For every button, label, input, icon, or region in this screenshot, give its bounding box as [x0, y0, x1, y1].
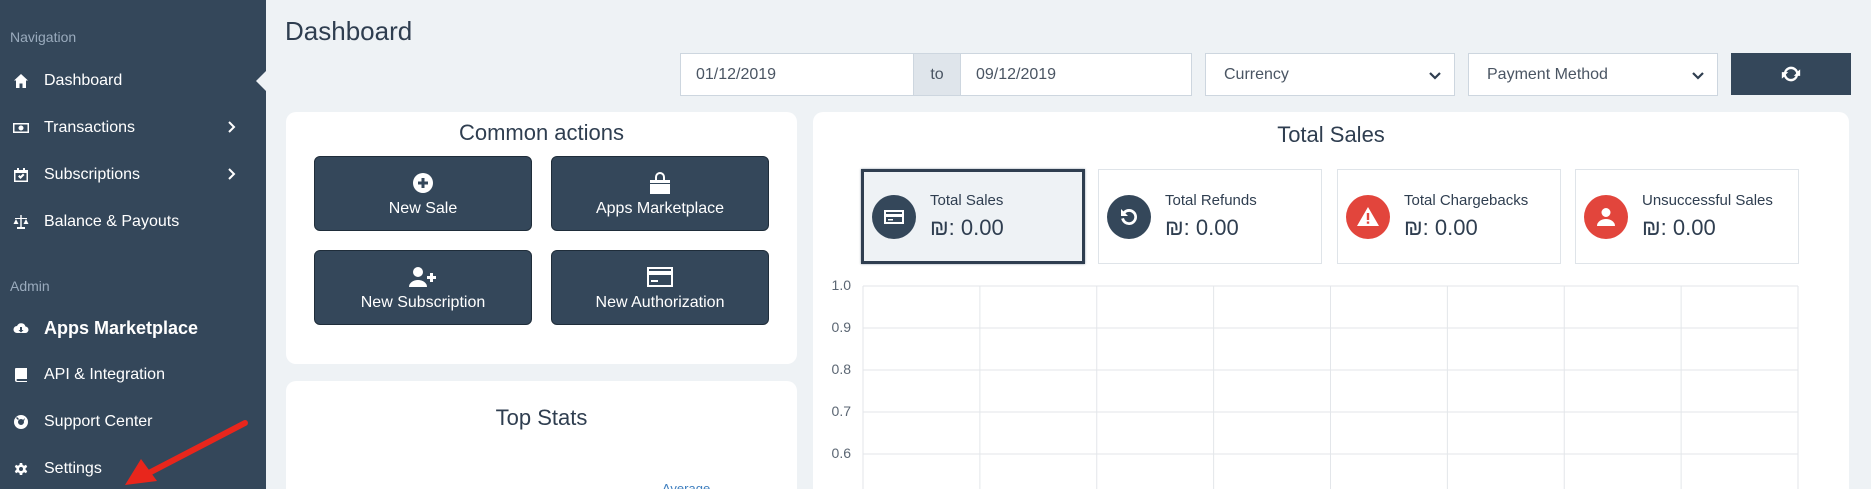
chevron-right-icon: [224, 167, 240, 183]
home-icon: [11, 71, 31, 91]
new-sale-label: New Sale: [388, 199, 458, 217]
common-actions-title: Common actions: [458, 120, 625, 145]
life-ring-icon: [11, 412, 31, 432]
common-actions-card: Common actions New Sale Apps Marketplace…: [286, 112, 797, 364]
chart-y-tick-label: 1.0: [831, 277, 851, 293]
user-icon: [1584, 194, 1628, 239]
active-indicator: [256, 71, 266, 91]
payment-method-select[interactable]: Payment Method: [1468, 53, 1718, 96]
chevron-right-icon: [224, 120, 240, 136]
stat-value: ₪: 0.00: [1642, 215, 1716, 240]
sidebar-item-label: Transactions: [44, 119, 135, 136]
sidebar-item-label: Balance & Payouts: [44, 213, 180, 230]
stat-label: Unsuccessful Sales: [1642, 192, 1773, 209]
warning-icon: [1346, 194, 1390, 239]
sidebar-item-api-integration[interactable]: API & Integration: [0, 355, 266, 395]
sidebar-item-label: Subscriptions: [44, 166, 141, 183]
stat-label: Total Sales: [930, 192, 1004, 209]
top-stats-column-header: Average: [662, 481, 711, 489]
sidebar-item-apps-marketplace[interactable]: Apps Marketplace: [0, 308, 266, 348]
user-plus-icon: [408, 264, 438, 290]
payment-method-select-value: Payment Method: [1487, 65, 1608, 83]
shopping-bag-icon: [647, 170, 673, 196]
total-sales-title: Total Sales: [1277, 122, 1385, 147]
new-subscription-button[interactable]: New Subscription: [314, 250, 532, 325]
stat-label: Total Refunds: [1165, 192, 1257, 209]
page-title: Dashboard: [285, 16, 413, 46]
sidebar-item-dashboard[interactable]: Dashboard: [0, 61, 266, 101]
credit-card-icon: [872, 194, 916, 239]
gear-icon: [11, 459, 31, 479]
refresh-button[interactable]: [1731, 53, 1851, 95]
book-icon: [11, 365, 31, 385]
stat-label: Total Chargebacks: [1404, 192, 1529, 209]
stat-tile-unsuccessful-sales[interactable]: Unsuccessful Sales ₪: 0.00: [1575, 169, 1799, 264]
chevron-down-icon: [1691, 68, 1705, 82]
cloud-download-icon: [11, 318, 31, 338]
money-icon: [11, 118, 31, 138]
balance-scale-icon: [11, 212, 31, 232]
apps-marketplace-label: Apps Marketplace: [595, 199, 725, 217]
currency-select[interactable]: Currency: [1205, 53, 1455, 96]
stat-tile-total-chargebacks[interactable]: Total Chargebacks ₪: 0.00: [1337, 169, 1561, 264]
annotation-arrow: [125, 420, 248, 485]
stat-value: ₪: 0.00: [1165, 215, 1239, 240]
top-stats-card: Top Stats Average: [286, 381, 797, 489]
top-stats-title: Top Stats: [495, 405, 588, 430]
sidebar-item-label: Apps Marketplace: [44, 317, 199, 338]
sidebar-section-navigation: Navigation: [10, 29, 77, 45]
stat-tile-total-refunds[interactable]: Total Refunds ₪: 0.00: [1098, 169, 1322, 264]
sidebar-item-balance-payouts[interactable]: Balance & Payouts: [0, 202, 266, 242]
chart-y-tick-label: 0.9: [831, 319, 851, 335]
undo-icon: [1107, 194, 1151, 239]
new-subscription-label: New Subscription: [360, 293, 486, 311]
calendar-check-icon: [11, 165, 31, 185]
sidebar-item-label: API & Integration: [44, 366, 165, 383]
new-authorization-button[interactable]: New Authorization: [551, 250, 769, 325]
stat-value: ₪: 0.00: [930, 215, 1004, 240]
apps-marketplace-button[interactable]: Apps Marketplace: [551, 156, 769, 231]
chart-y-tick-label: 0.6: [831, 445, 851, 461]
chart-y-tick-label: 0.7: [831, 403, 851, 419]
date-from-input[interactable]: 01/12/2019: [680, 53, 914, 96]
stat-value: ₪: 0.00: [1404, 215, 1478, 240]
date-to-input[interactable]: 09/12/2019: [960, 53, 1192, 96]
currency-select-value: Currency: [1224, 65, 1289, 83]
stat-tile-total-sales[interactable]: Total Sales ₪: 0.00: [861, 169, 1085, 264]
refresh-icon: [1781, 66, 1801, 82]
plus-circle-icon: [412, 170, 434, 196]
chart-y-tick-label: 0.8: [831, 361, 851, 377]
date-range-separator: to: [914, 53, 960, 96]
sidebar-item-subscriptions[interactable]: Subscriptions: [0, 155, 266, 195]
chevron-down-icon: [1428, 68, 1442, 82]
sidebar-item-transactions[interactable]: Transactions: [0, 108, 266, 148]
sidebar-item-label: Dashboard: [44, 72, 123, 89]
new-sale-button[interactable]: New Sale: [314, 156, 532, 231]
sales-chart-grid: [862, 285, 1799, 489]
new-authorization-label: New Authorization: [595, 293, 725, 311]
credit-card-icon: [646, 264, 674, 290]
sidebar-section-admin: Admin: [10, 278, 50, 294]
sidebar-item-label: Settings: [44, 460, 102, 477]
